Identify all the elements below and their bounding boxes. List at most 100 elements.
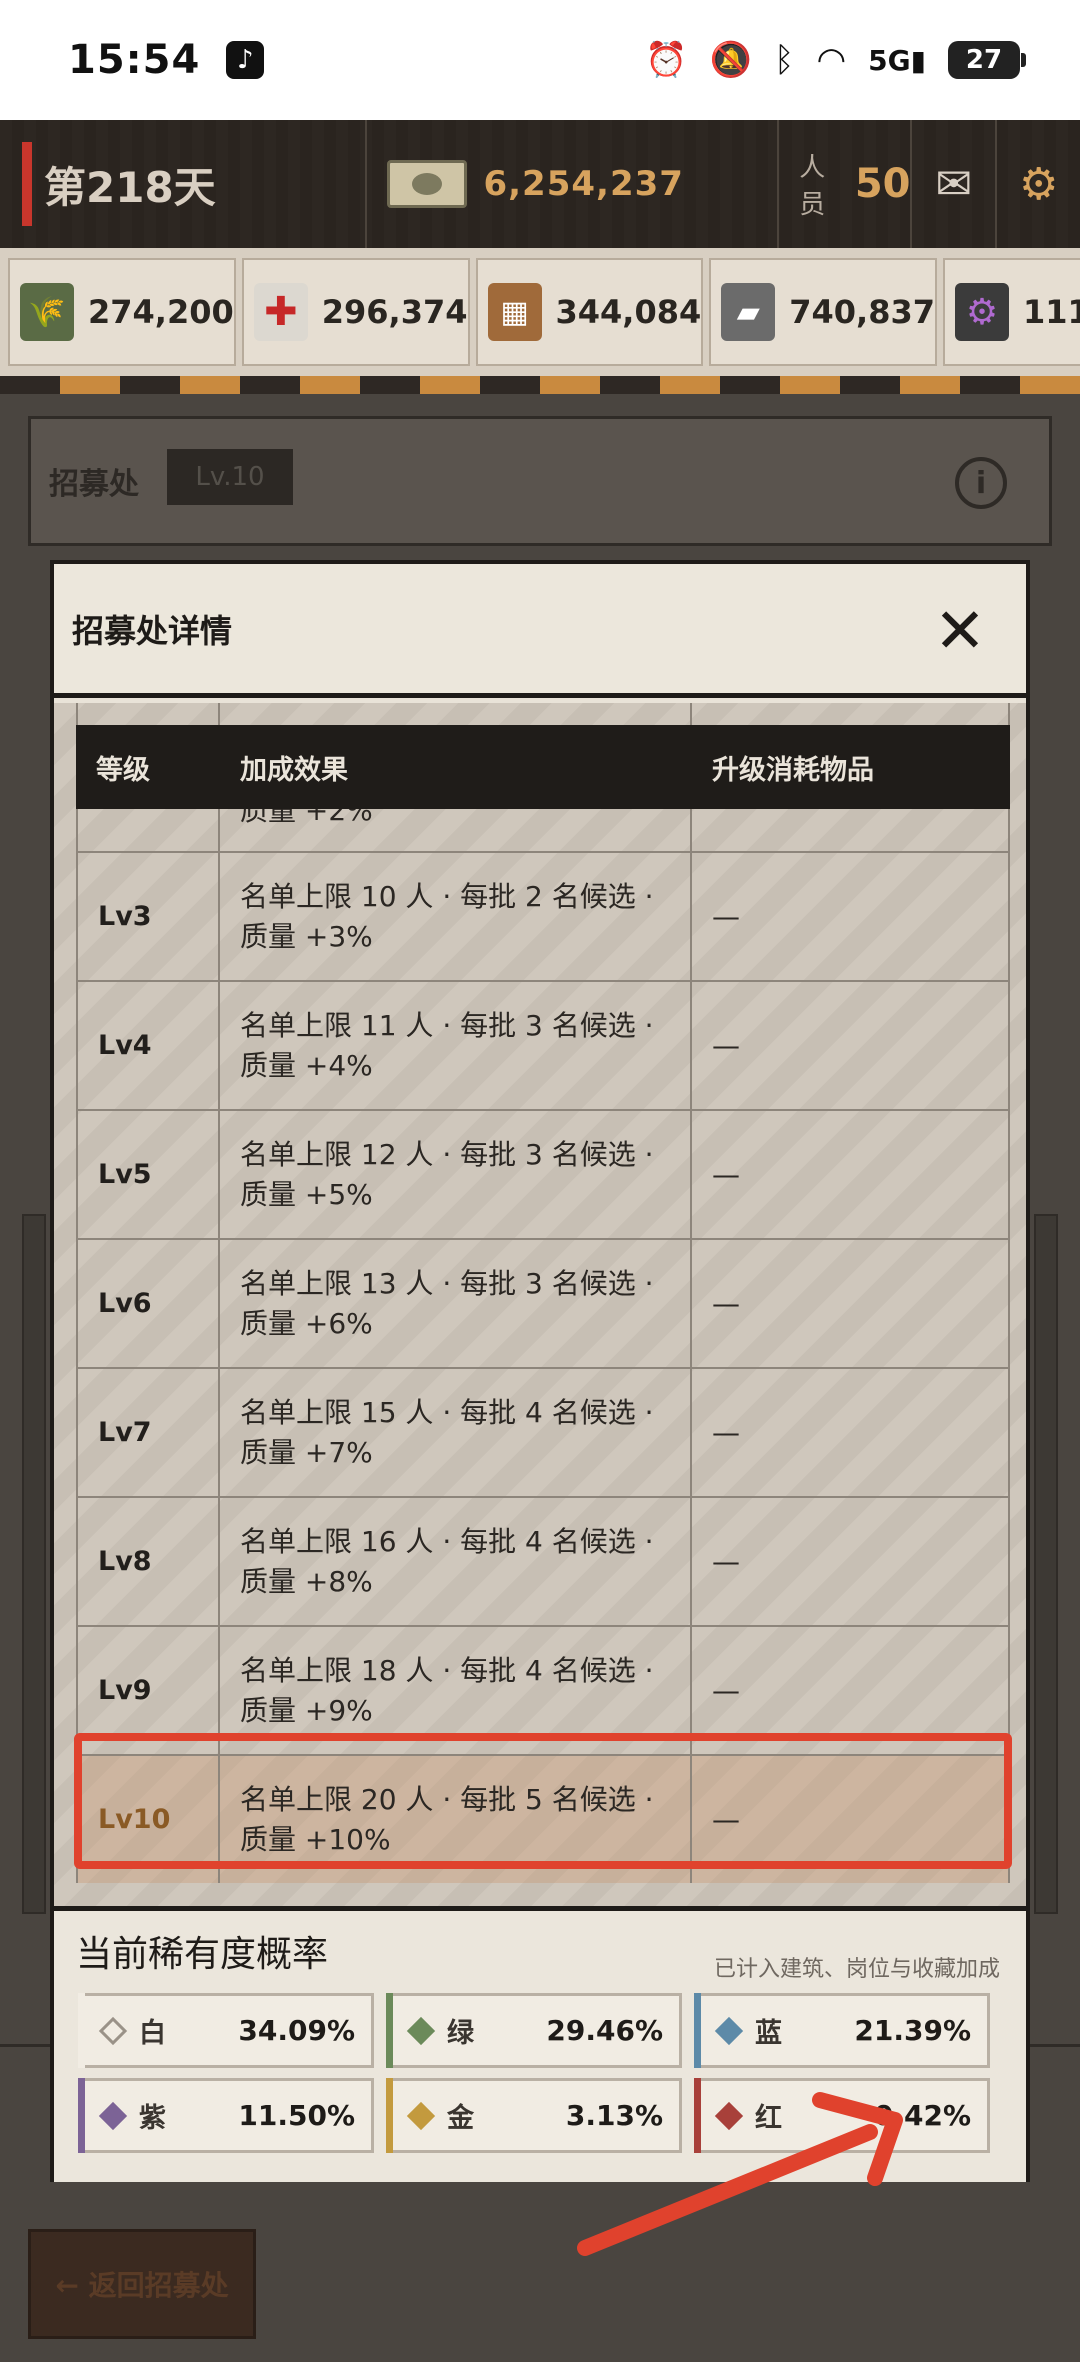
mute-bell-icon: 🔕 — [709, 40, 753, 80]
rarity-bar — [78, 1993, 85, 2068]
effect-line: 名单上限 18 人 · 每批 4 名候选 · — [240, 1653, 654, 1687]
medkit-icon: ✚ — [253, 283, 308, 341]
column-header-level: 等级 — [96, 754, 150, 786]
rarity-name: 金 — [447, 2103, 474, 2134]
settings-button[interactable]: ⚙ — [995, 120, 1080, 248]
top-bar: 第218天 6,254,237 人员 50 ✉ ⚙ — [0, 120, 1080, 248]
effect-line: 质量 +4% — [240, 1048, 373, 1082]
rarity-pct: 3.13% — [565, 2099, 663, 2132]
resource-parts: ⚙ 111 — [943, 258, 1080, 366]
diamond-icon — [714, 2101, 744, 2130]
cost-cell: — — [692, 1111, 1010, 1238]
table-cell — [76, 703, 220, 725]
building-level: Lv.10 — [167, 449, 293, 505]
cost-cell: — — [692, 1369, 1010, 1496]
level-cell: Lv4 — [76, 982, 220, 1109]
resource-medicine: ✚ 296,374 — [241, 258, 470, 366]
staff-display: 人员 50 — [779, 120, 910, 248]
wood-icon: ▦ — [487, 283, 542, 341]
rarity-bar — [694, 2078, 701, 2153]
signal-5g-icon: 5G▮ — [868, 43, 926, 77]
status-bar: 15:54 ♪ ⏰ 🔕 ᛒ ◠ 5G▮ 27 — [0, 0, 1080, 120]
table-row: Lv8 名单上限 16 人 · 每批 4 名候选 · 质量 +8% — — [76, 1496, 1010, 1625]
effect-line: 名单上限 15 人 · 每批 4 名候选 · — [240, 1395, 654, 1429]
effect-cell: 名单上限 15 人 · 每批 4 名候选 · 质量 +7% — [220, 1369, 692, 1496]
money-display: 6,254,237 — [367, 120, 780, 248]
side-panel — [22, 1214, 46, 1914]
day-counter: 第218天 — [0, 120, 368, 248]
grain-sack-icon: 🌾 — [20, 283, 74, 341]
resource-metal: ▰ 740,837 — [709, 258, 937, 366]
day-accent — [22, 142, 32, 226]
rarity-gold: 金 3.13% — [386, 2078, 682, 2153]
table-row: Lv3 名单上限 10 人 · 每批 2 名候选 · 质量 +3% — — [76, 851, 1010, 980]
level-table[interactable]: 等级 加成效果 升级消耗物品 质量 +2% Lv3 名单上限 10 人 · 每批… — [54, 703, 1026, 1906]
cost-cell: — — [692, 982, 1010, 1109]
rarity-blue: 蓝 21.39% — [694, 1993, 990, 2068]
resource-value: 274,200 — [88, 293, 234, 331]
effect-cell: 名单上限 13 人 · 每批 3 名候选 · 质量 +6% — [220, 1240, 692, 1367]
table-row: Lv6 名单上限 13 人 · 每批 3 名候选 · 质量 +6% — — [76, 1238, 1010, 1367]
rarity-pct: 21.39% — [854, 2014, 971, 2047]
status-time: 15:54 — [68, 37, 201, 83]
effect-line: 质量 +3% — [240, 919, 373, 953]
diamond-icon — [98, 2101, 128, 2130]
rarity-note: 已计入建筑、岗位与收藏加成 — [713, 1957, 1000, 1982]
rarity-name: 白 — [139, 2018, 166, 2049]
cost-cell: — — [692, 853, 1010, 980]
resource-value: 344,084 — [555, 293, 702, 331]
highlight-box — [74, 1733, 1012, 1869]
metal-ingot-icon: ▰ — [721, 283, 776, 341]
bluetooth-icon: ᛒ — [774, 40, 795, 80]
resource-value: 296,374 — [321, 293, 468, 331]
resource-value: 740,837 — [789, 293, 935, 331]
money-amount: 6,254,237 — [483, 164, 684, 204]
rarity-name: 蓝 — [755, 2018, 782, 2049]
building-title: 招募处 — [49, 467, 139, 502]
rarity-name: 红 — [755, 2103, 782, 2134]
cost-cell: — — [692, 1240, 1010, 1367]
battery-icon: 27 — [948, 41, 1026, 79]
mail-button[interactable]: ✉ — [910, 120, 995, 248]
tiktok-icon: ♪ — [226, 41, 265, 79]
effect-cell: 名单上限 12 人 · 每批 3 名候选 · 质量 +5% — [220, 1111, 692, 1238]
column-header-cost: 升级消耗物品 — [712, 754, 874, 786]
rarity-pct: 11.50% — [238, 2099, 355, 2132]
rarity-bar — [386, 2078, 393, 2153]
effect-line: 名单上限 13 人 · 每批 3 名候选 · — [240, 1266, 654, 1300]
rarity-purple: 紫 11.50% — [78, 2078, 374, 2153]
effect-line: 质量 +8% — [240, 1564, 373, 1598]
table-top-edge — [76, 703, 1010, 725]
effect-cell: 名单上限 10 人 · 每批 2 名候选 · 质量 +3% — [220, 853, 692, 980]
rarity-white: 白 34.09% — [78, 1993, 374, 2068]
back-button[interactable]: ← 返回招募处 — [28, 2229, 256, 2339]
diamond-icon — [714, 2016, 744, 2045]
resource-wood: ▦ 344,084 — [475, 258, 704, 366]
hazard-stripe — [0, 376, 1080, 394]
effect-line: 质量 +6% — [240, 1306, 373, 1340]
effect-cell: 名单上限 16 人 · 每批 4 名候选 · 质量 +8% — [220, 1498, 692, 1625]
effect-line: 质量 +5% — [240, 1177, 373, 1211]
table-cell — [220, 703, 692, 725]
staff-label: 人员 — [799, 153, 826, 220]
table-row: Lv4 名单上限 11 人 · 每批 3 名候选 · 质量 +4% — — [76, 980, 1010, 1109]
effect-line: 名单上限 16 人 · 每批 4 名候选 · — [240, 1524, 654, 1558]
resource-food: 🌾 274,200 — [8, 258, 236, 366]
rarity-bar — [386, 1993, 393, 2068]
effect-cell: 名单上限 11 人 · 每批 3 名候选 · 质量 +4% — [220, 982, 692, 1109]
diamond-icon — [406, 2016, 436, 2045]
status-icons: ⏰ 🔕 ᛒ ◠ 5G▮ 27 — [645, 40, 1026, 80]
table-cell — [692, 703, 1010, 725]
rarity-grid: 白 34.09% 绿 29.46% 蓝 21.39% 紫 11.50% 金 3.… — [78, 1993, 998, 2153]
close-icon[interactable]: ✕ — [922, 592, 998, 668]
effect-line: 名单上限 12 人 · 每批 3 名候选 · — [240, 1137, 654, 1171]
wifi-icon: ◠ — [816, 40, 847, 80]
recruit-details-modal: 招募处详情 ✕ 等级 加成效果 升级消耗物品 质量 +2% Lv3 名单上限 1… — [50, 560, 1030, 2182]
effect-line: 名单上限 10 人 · 每批 2 名候选 · — [240, 879, 654, 913]
table-header: 等级 加成效果 升级消耗物品 — [76, 725, 1010, 809]
alarm-icon: ⏰ — [645, 40, 688, 80]
staff-count: 50 — [854, 161, 911, 207]
cost-cell: — — [692, 1498, 1010, 1625]
info-icon[interactable]: i — [955, 457, 1007, 509]
level-cell: Lv7 — [76, 1369, 220, 1496]
